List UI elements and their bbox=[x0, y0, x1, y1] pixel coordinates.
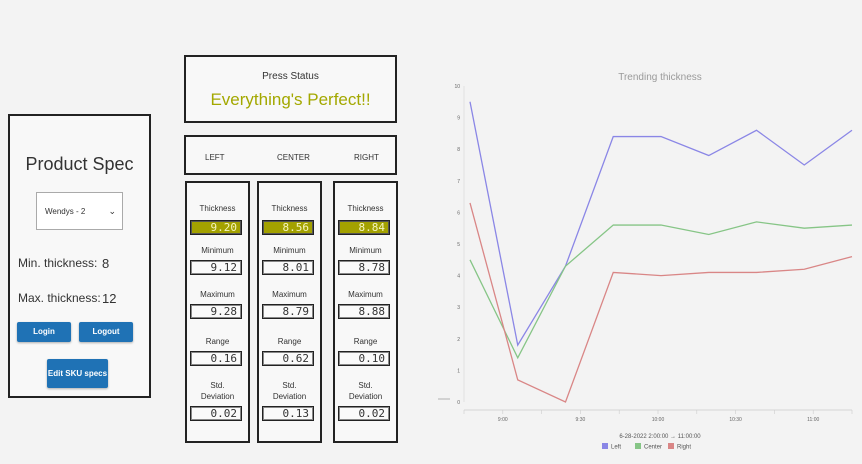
press-status-text: Everything's Perfect!! bbox=[210, 90, 371, 109]
thickness-display: 9.20 bbox=[190, 220, 242, 235]
thickness-display: 8.84 bbox=[338, 220, 390, 235]
y-tick-label: 0 bbox=[457, 400, 460, 406]
y-tick-label: 4 bbox=[457, 274, 460, 280]
series-line-right bbox=[469, 202, 853, 403]
thickness-label: Thickness bbox=[199, 204, 236, 213]
std-display: 0.02 bbox=[338, 406, 390, 421]
range-label: Range bbox=[205, 337, 230, 346]
x-tick-label: 9:30 bbox=[576, 417, 586, 423]
y-tick-label: 2 bbox=[457, 337, 460, 343]
range-display: 0.62 bbox=[262, 351, 314, 366]
legend-swatch-right bbox=[668, 443, 674, 449]
chart-title: Trending thickness bbox=[618, 72, 702, 83]
sku-select-value: Wendys - 2 bbox=[45, 206, 86, 216]
maximum-label: Maximum bbox=[348, 290, 383, 299]
std-label-line1: Std. bbox=[358, 381, 373, 390]
minimum-display: 8.78 bbox=[338, 260, 390, 275]
minimum-display: 8.01 bbox=[262, 260, 314, 275]
range-display: 0.10 bbox=[338, 351, 390, 366]
legend-label-center: Center bbox=[644, 445, 662, 451]
min-thickness-label: Min. thickness: bbox=[18, 256, 98, 270]
x-tick-label: 10:30 bbox=[729, 417, 742, 423]
range-label: Range bbox=[353, 337, 378, 346]
y-tick-label: 1 bbox=[457, 368, 460, 374]
chart-caption: 6-28-2022 2:00:00 → 11:00:00 bbox=[619, 434, 701, 440]
y-tick-label: 6 bbox=[457, 210, 460, 216]
series-line-left bbox=[469, 101, 853, 347]
metrics-column-center: Thickness 8.56 Minimum 8.01 Maximum 8.79… bbox=[257, 181, 322, 443]
y-tick-label: 10 bbox=[454, 84, 460, 90]
max-thickness-label: Max. thickness: bbox=[18, 291, 101, 305]
thickness-display: 8.56 bbox=[262, 220, 314, 235]
maximum-display: 8.79 bbox=[262, 304, 314, 319]
maximum-label: Maximum bbox=[272, 290, 307, 299]
logout-button[interactable]: Logout bbox=[79, 322, 133, 342]
x-tick-label: 11:00 bbox=[807, 417, 819, 423]
maximum-label: Maximum bbox=[200, 290, 235, 299]
range-display: 0.16 bbox=[190, 351, 242, 366]
maximum-display: 9.28 bbox=[190, 304, 242, 319]
product-spec-title: Product Spec bbox=[25, 154, 134, 174]
column-header-right: RIGHT bbox=[354, 153, 379, 162]
min-thickness-value: 8 bbox=[102, 256, 110, 271]
y-tick-label: 9 bbox=[457, 116, 460, 122]
max-thickness-row: Max. thickness: 12 bbox=[18, 291, 116, 306]
column-header-center: CENTER bbox=[277, 153, 310, 162]
legend-swatch-left bbox=[602, 443, 608, 449]
series-line-center bbox=[469, 221, 853, 360]
minimum-label: Minimum bbox=[273, 246, 306, 255]
std-label-line1: Std. bbox=[282, 381, 297, 390]
min-thickness-row: Min. thickness: 8 bbox=[18, 256, 109, 271]
columns-header: LEFT CENTER RIGHT bbox=[184, 135, 397, 175]
sku-select[interactable]: Wendys - 2 ⌄ bbox=[36, 192, 123, 230]
std-display: 0.13 bbox=[262, 406, 314, 421]
y-tick-label: 7 bbox=[457, 179, 460, 185]
minimum-label: Minimum bbox=[349, 246, 382, 255]
legend-label-left: Left bbox=[611, 445, 621, 451]
minimum-label: Minimum bbox=[201, 246, 234, 255]
y-tick-label: 3 bbox=[457, 305, 460, 311]
press-status-label: Press Status bbox=[262, 71, 319, 82]
max-thickness-value: 12 bbox=[102, 291, 117, 306]
x-tick-label: 9:00 bbox=[498, 417, 508, 423]
trending-thickness-chart: Trending thickness 0 1 2 3 4 5 6 7 8 9 10 9:00 9:30 1… bbox=[438, 72, 853, 451]
legend-swatch-center bbox=[635, 443, 641, 449]
edit-sku-specs-button[interactable]: Edit SKU specs bbox=[47, 359, 108, 388]
press-status-panel: Press Status Everything's Perfect!! bbox=[184, 55, 397, 123]
minimum-display: 9.12 bbox=[190, 260, 242, 275]
range-label: Range bbox=[277, 337, 302, 346]
std-display: 0.02 bbox=[190, 406, 242, 421]
y-tick-label: 5 bbox=[457, 242, 460, 248]
metrics-column-right: Thickness 8.84 Minimum 8.78 Maximum 8.88… bbox=[333, 181, 398, 443]
column-header-left: LEFT bbox=[205, 153, 225, 162]
thickness-label: Thickness bbox=[271, 204, 308, 213]
std-label-line2: Deviation bbox=[272, 392, 307, 401]
std-label-line2: Deviation bbox=[348, 392, 383, 401]
thickness-label: Thickness bbox=[347, 204, 384, 213]
product-spec-panel: Product Spec Wendys - 2 ⌄ Min. thickness… bbox=[8, 114, 151, 398]
x-tick-label: 10:00 bbox=[652, 417, 665, 423]
y-tick-label: 8 bbox=[457, 147, 460, 153]
std-label-line1: Std. bbox=[210, 381, 225, 390]
login-button[interactable]: Login bbox=[17, 322, 71, 342]
chevron-down-icon: ⌄ bbox=[108, 205, 116, 216]
std-label-line2: Deviation bbox=[200, 392, 235, 401]
metrics-column-left: Thickness 9.20 Minimum 9.12 Maximum 9.28… bbox=[185, 181, 250, 443]
maximum-display: 8.88 bbox=[338, 304, 390, 319]
legend-label-right: Right bbox=[677, 445, 691, 451]
